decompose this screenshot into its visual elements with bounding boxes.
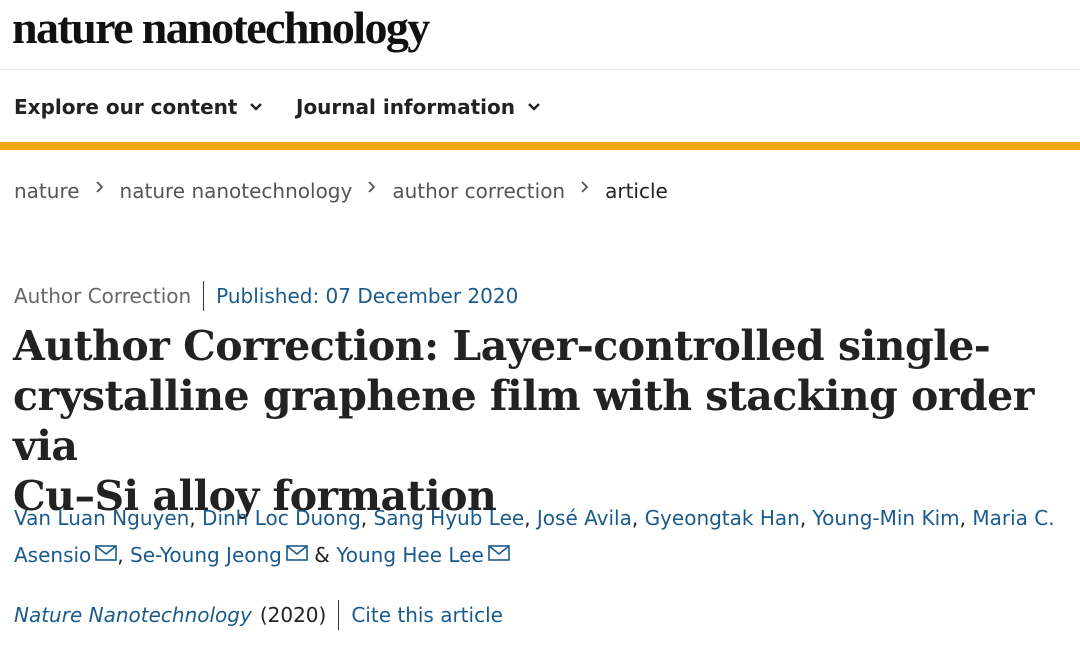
breadcrumb-item-author-correction[interactable]: author correction: [392, 179, 565, 203]
author-link[interactable]: Sang Hyub Lee: [374, 506, 525, 530]
author-separator: ,: [360, 506, 374, 530]
article-meta: Author Correction Published: 07 December…: [14, 281, 518, 311]
author-link[interactable]: Gyeongtak Han: [645, 506, 800, 530]
breadcrumb-item-article: article: [605, 179, 668, 203]
journal-name-link[interactable]: Nature Nanotechnology: [14, 603, 252, 627]
chevron-right-icon: [368, 181, 376, 193]
chevron-right-icon: [95, 181, 103, 193]
author-and: &: [307, 543, 337, 567]
meta-divider: [203, 281, 205, 311]
explore-content-label: Explore our content: [14, 95, 238, 119]
published-date: Published: 07 December 2020: [216, 284, 519, 308]
journal-logo[interactable]: nature nanotechnology: [12, 0, 430, 56]
article-title: Author Correction: Layer-controlled sing…: [13, 321, 1073, 521]
nav-accent-bar: [0, 142, 1080, 150]
author-separator: ,: [117, 543, 131, 567]
author-link[interactable]: Dinh Loc Duong: [202, 506, 361, 530]
author-link[interactable]: Young-Min Kim: [813, 506, 960, 530]
author-separator: ,: [524, 506, 537, 530]
mail-icon[interactable]: [286, 545, 308, 561]
citation-divider: [338, 600, 340, 630]
mail-icon[interactable]: [95, 545, 118, 561]
publication-year: (2020): [259, 603, 327, 627]
article-type: Author Correction: [14, 284, 192, 308]
author-separator: ,: [189, 506, 203, 530]
journal-information-label: Journal information: [296, 95, 515, 119]
breadcrumb: nature nature nanotechnology author corr…: [14, 179, 668, 203]
chevron-right-icon: [581, 181, 589, 193]
masthead: nature nanotechnology: [0, 0, 1080, 70]
main-nav: Explore our content Journal information: [0, 71, 1080, 143]
breadcrumb-item-nature[interactable]: nature: [14, 179, 80, 203]
article-title-line: Author Correction: Layer-controlled sing…: [13, 322, 991, 370]
author-link[interactable]: Young Hee Lee: [336, 543, 484, 567]
chevron-down-icon: [528, 103, 540, 111]
mail-icon[interactable]: [487, 545, 510, 561]
breadcrumb-item-journal[interactable]: nature nanotechnology: [120, 179, 353, 203]
explore-content-menu[interactable]: Explore our content: [14, 95, 263, 119]
author-list: Van Luan Nguyen, Dinh Loc Duong, Sang Hy…: [14, 500, 1064, 574]
author-link[interactable]: José Avila: [537, 506, 632, 530]
article-title-line: crystalline graphene film with stacking …: [13, 372, 1034, 470]
author-link[interactable]: Van Luan Nguyen: [14, 506, 189, 530]
cite-this-article-link[interactable]: Cite this article: [351, 603, 503, 627]
author-link[interactable]: Se-Young Jeong: [130, 543, 282, 567]
journal-information-menu[interactable]: Journal information: [296, 95, 541, 119]
chevron-down-icon: [250, 103, 263, 111]
author-separator: ,: [959, 506, 973, 530]
author-separator: ,: [631, 506, 645, 530]
citation-line: Nature Nanotechnology (2020) Cite this a…: [14, 600, 503, 630]
author-separator: ,: [799, 506, 813, 530]
